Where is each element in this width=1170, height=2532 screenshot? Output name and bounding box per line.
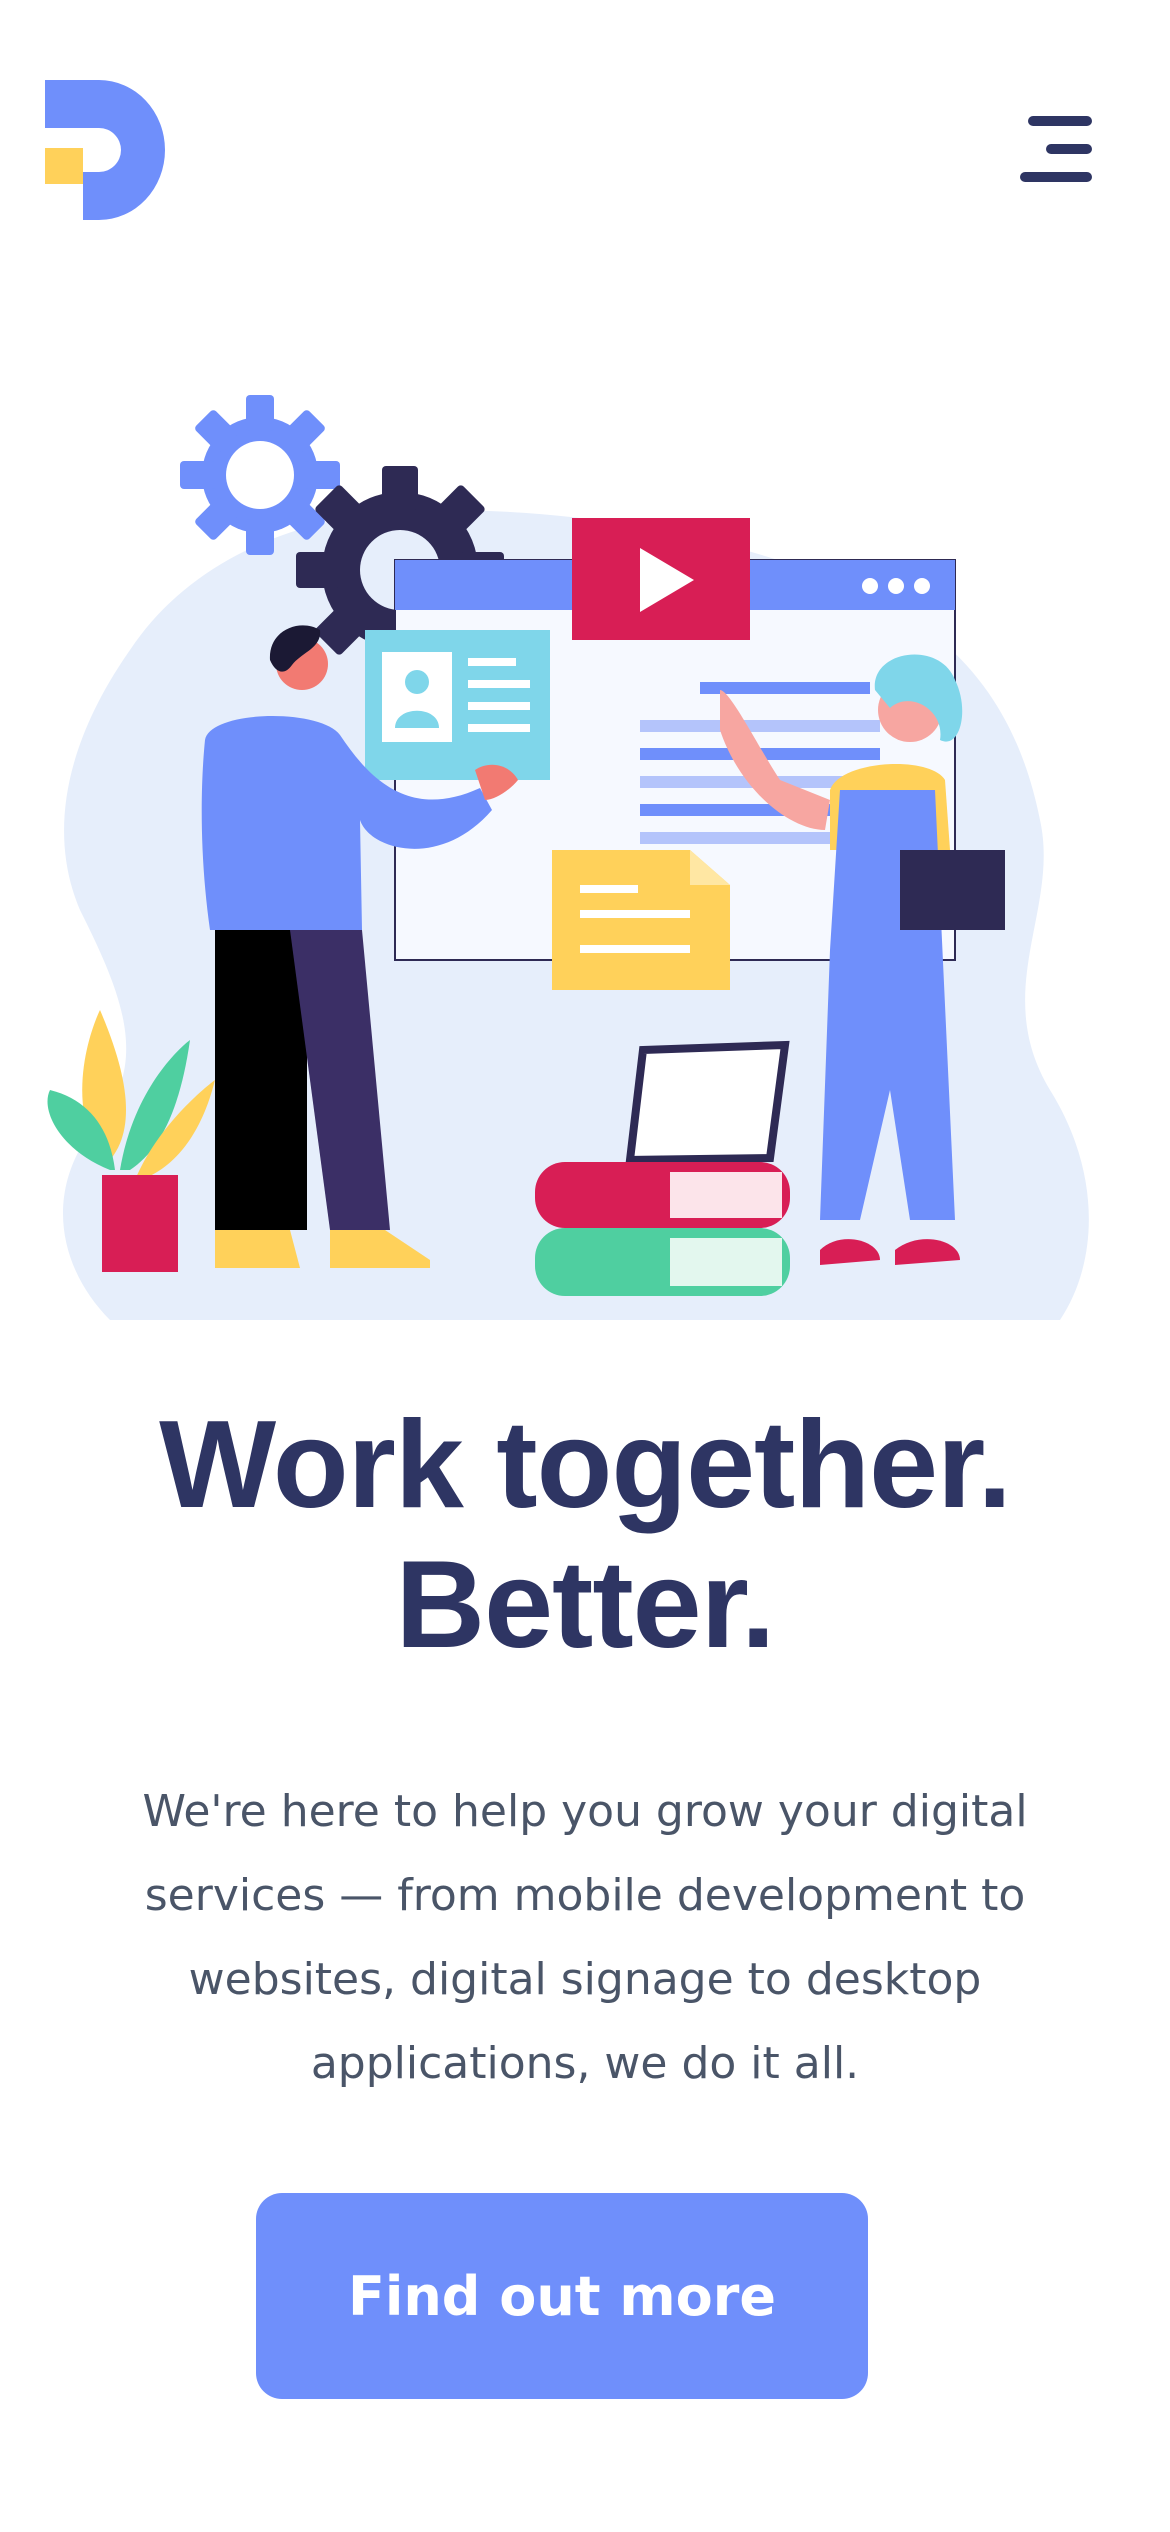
hamburger-menu-button[interactable] [1010,110,1100,190]
laptop-icon [625,1040,790,1165]
play-video-icon [572,518,750,640]
profile-card-icon [365,630,550,780]
team-collaboration-illustration [47,395,1089,1320]
title-line-2: Better. [395,1536,776,1674]
document-folder-icon [552,850,730,990]
hamburger-menu-icon [1020,116,1092,182]
page-title: Work together. Better. [0,1395,1170,1675]
site-header [0,0,1170,260]
books-icon [535,1162,790,1296]
find-out-more-button[interactable]: Find out more [256,2193,868,2399]
d-logo-icon [45,80,165,220]
title-line-1: Work together. [159,1396,1012,1534]
hero-description: We're here to help you grow your digital… [142,1786,1028,2089]
gear-icon [180,395,340,555]
